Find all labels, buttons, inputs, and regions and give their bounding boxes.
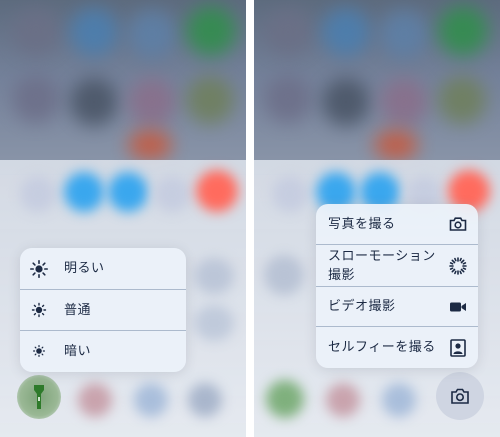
dnd-toggle[interactable] [154, 176, 190, 212]
menu-item-label: 暗い [64, 343, 92, 359]
menu-item-take-photo[interactable]: 写真を撮る [316, 204, 478, 244]
blurred-app-icon [264, 75, 312, 123]
sun-low-icon [30, 342, 48, 360]
video-icon [448, 297, 468, 317]
calculator-button[interactable] [134, 383, 168, 417]
blurred-app-icon [12, 75, 60, 123]
blurred-app-icon [380, 10, 428, 58]
camera-icon [448, 214, 468, 234]
blurred-app-icon [322, 78, 370, 126]
sun-medium-icon [30, 301, 48, 319]
blurred-app-icon [438, 76, 486, 124]
menu-item-label: ビデオ撮影 [328, 299, 396, 314]
flashlight-button[interactable] [17, 375, 61, 419]
blurred-app-icon [438, 6, 488, 56]
menu-item-dark[interactable]: 暗い [20, 330, 186, 371]
menu-item-label: 普通 [64, 302, 92, 318]
menu-item-video[interactable]: ビデオ撮影 [316, 286, 478, 326]
blurred-app-icon [128, 10, 176, 58]
calculator-button[interactable] [382, 383, 416, 417]
blurred-control [194, 305, 234, 341]
blurred-app-icon [128, 130, 172, 160]
camera-button-blurred[interactable] [188, 383, 222, 417]
flashlight-button-blurred[interactable] [266, 380, 304, 418]
rotation-lock-toggle[interactable] [196, 170, 238, 212]
camera-button[interactable] [436, 372, 484, 420]
timer-button[interactable] [326, 383, 360, 417]
blurred-app-icon [12, 8, 60, 56]
camera-quick-actions-menu: 写真を撮る スローモーション撮影 ビデオ撮影 セルフィーを撮る [316, 204, 478, 368]
menu-item-normal[interactable]: 普通 [20, 289, 186, 330]
blurred-app-icon [186, 76, 234, 124]
wifi-toggle[interactable] [64, 172, 104, 212]
blurred-app-icon [322, 8, 370, 56]
timer-button[interactable] [78, 383, 112, 417]
airplane-toggle[interactable] [272, 176, 308, 212]
right-screenshot-panel: 写真を撮る スローモーション撮影 ビデオ撮影 セルフィーを撮る [254, 0, 500, 437]
menu-item-slow-motion[interactable]: スローモーション撮影 [316, 244, 478, 286]
blurred-app-icon [70, 78, 118, 126]
blurred-app-icon [264, 8, 312, 56]
flashlight-icon [34, 385, 44, 409]
flashlight-brightness-menu: 明るい 普通 暗い [20, 248, 186, 372]
blurred-control [264, 255, 304, 295]
camera-icon [451, 388, 469, 404]
slowmo-icon [448, 256, 468, 276]
menu-item-selfie[interactable]: セルフィーを撮る [316, 326, 478, 368]
blurred-app-icon [186, 6, 236, 56]
menu-item-label: セルフィーを撮る [328, 340, 436, 355]
blurred-app-icon [128, 78, 176, 126]
menu-item-label: スローモーション撮影 [328, 248, 436, 283]
blurred-app-icon [70, 8, 118, 56]
left-screenshot-panel: 明るい 普通 暗い [0, 0, 246, 437]
airplane-toggle[interactable] [20, 176, 56, 212]
bluetooth-toggle[interactable] [108, 172, 148, 212]
menu-item-label: 明るい [64, 261, 105, 276]
selfie-icon [448, 338, 468, 358]
menu-item-bright[interactable]: 明るい [20, 248, 186, 289]
sun-high-icon [30, 259, 48, 278]
blurred-app-icon [374, 130, 418, 160]
blurred-app-icon [380, 78, 428, 126]
blurred-control [194, 258, 234, 294]
menu-item-label: 写真を撮る [328, 216, 396, 232]
